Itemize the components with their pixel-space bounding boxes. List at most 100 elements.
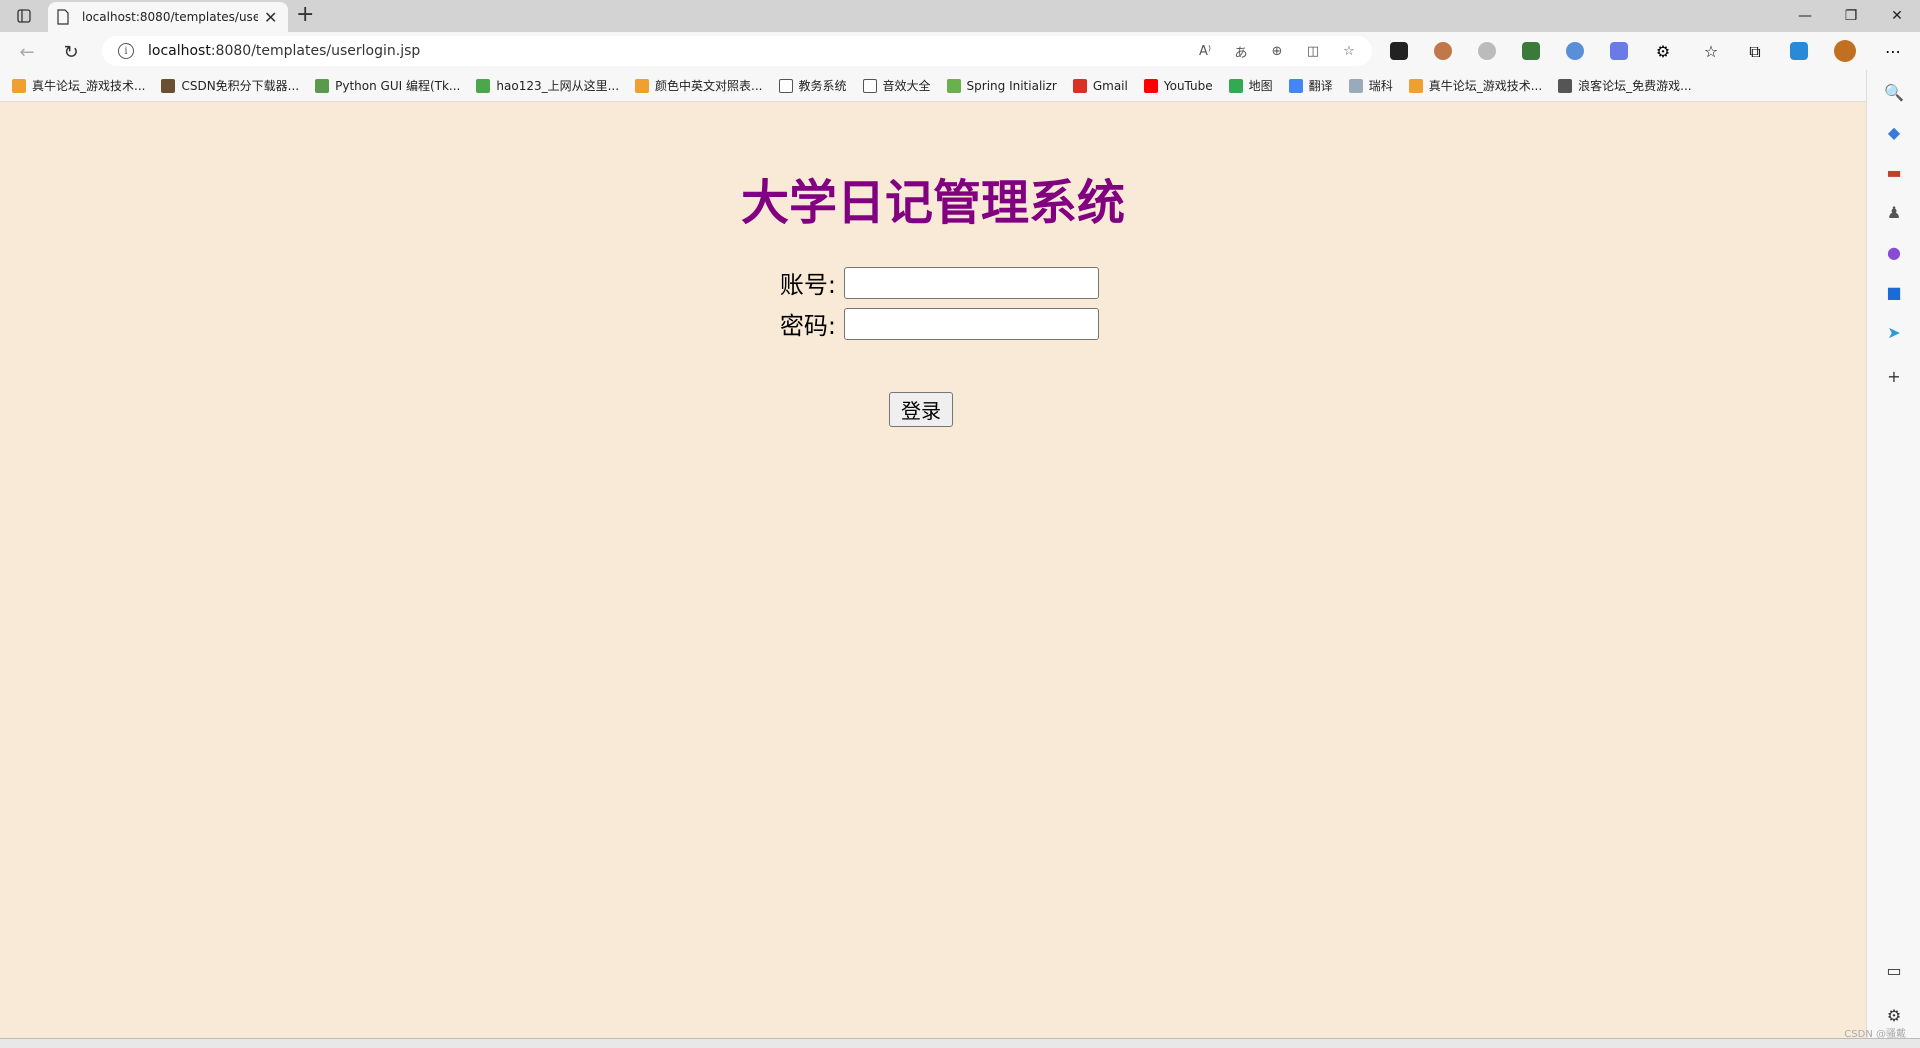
bookmark-item[interactable]: hao123_上网从这里...: [476, 77, 619, 94]
extensions-puzzle-icon[interactable]: ⚙: [1654, 42, 1672, 61]
account-input[interactable]: [844, 266, 1099, 299]
bookmark-label: 地图: [1248, 79, 1273, 93]
bookmark-label: 浪客论坛_免费游戏...: [1578, 79, 1692, 93]
avatar[interactable]: [1834, 40, 1856, 62]
bookmark-icon: [946, 78, 961, 93]
sidebar: 🔍 ◆ ▬ ♟ ● ■ ➤ + ▭ ⚙: [1866, 70, 1920, 1038]
bookmark-item[interactable]: 颜色中英文对照表...: [635, 77, 763, 94]
bookmark-icon: [12, 78, 26, 93]
bookmark-icon: [635, 78, 650, 93]
new-tab-icon[interactable]: +: [296, 4, 314, 26]
bookmark-item[interactable]: Python GUI 编程(Tk...: [315, 77, 460, 94]
bookmark-label: 颜色中英文对照表...: [655, 79, 763, 93]
add-icon[interactable]: +: [1884, 366, 1904, 386]
bookmark-item[interactable]: YouTube: [1143, 78, 1213, 93]
window-close-icon[interactable]: ✕: [1874, 0, 1920, 32]
back-icon[interactable]: ←: [16, 41, 38, 63]
page-icon: [57, 9, 69, 25]
account-row: 账号:: [756, 265, 1099, 300]
extension-icon[interactable]: [1610, 42, 1628, 60]
tab-strip: localhost:8080/templates/userlogin.jsp ✕…: [0, 0, 1920, 32]
minimize-icon[interactable]: —: [1782, 0, 1828, 32]
bookmark-label: YouTube: [1163, 78, 1213, 93]
bookmark-item[interactable]: CSDN免积分下载器...: [161, 77, 299, 94]
bookmark-item[interactable]: Spring Initializr: [946, 78, 1057, 93]
page-title: 大学日记管理系统: [740, 175, 1125, 231]
url-text[interactable]: localhost:8080/templates/userlogin.jsp: [148, 43, 420, 59]
password-row: 密码:: [756, 306, 1099, 341]
bookmark-label: 瑞科: [1368, 79, 1393, 93]
download-extension-icon[interactable]: [1522, 42, 1540, 60]
screenshot-icon[interactable]: ▭: [1884, 960, 1904, 980]
site-info-icon[interactable]: i: [118, 43, 134, 59]
password-label: 密码:: [779, 312, 836, 340]
extension-icon[interactable]: [1390, 42, 1408, 60]
send-icon[interactable]: ➤: [1884, 322, 1904, 342]
bookmark-label: Python GUI 编程(Tk...: [335, 79, 461, 93]
search-icon[interactable]: 🔍: [1884, 82, 1904, 102]
bookmark-icon: [476, 78, 491, 93]
active-tab[interactable]: localhost:8080/templates/userlogin.jsp ✕: [48, 2, 288, 32]
bookmark-label: 真牛论坛_游戏技术...: [1428, 79, 1543, 93]
bookmark-icon: [862, 78, 877, 93]
bookmark-label: 真牛论坛_游戏技术...: [32, 79, 146, 93]
split-screen-icon[interactable]: ◫: [1304, 42, 1322, 60]
translate-icon[interactable]: あ: [1232, 42, 1250, 61]
bookmark-item[interactable]: 翻译: [1288, 77, 1333, 94]
tab-actions-icon[interactable]: [10, 6, 38, 26]
bookmark-item[interactable]: 真牛论坛_游戏技术...: [1408, 77, 1543, 94]
tools-icon[interactable]: ▬: [1884, 162, 1904, 182]
bookmark-icon: [1228, 78, 1243, 93]
bookmark-item[interactable]: Gmail: [1072, 78, 1128, 93]
restore-icon[interactable]: ❐: [1828, 0, 1874, 32]
bookmark-icon: [1072, 78, 1087, 93]
bookmark-icon: [315, 78, 330, 93]
shopping-icon[interactable]: ◆: [1884, 122, 1904, 142]
bookmark-item[interactable]: 音效大全: [862, 77, 931, 94]
bookmark-label: Gmail: [1092, 78, 1128, 93]
tab-close-icon[interactable]: ✕: [264, 8, 277, 27]
extension-icon[interactable]: [1566, 42, 1584, 60]
login-button[interactable]: 登录: [889, 392, 953, 427]
taskbar: [0, 1038, 1920, 1048]
tab-title: localhost:8080/templates/userlogin.jsp: [82, 10, 258, 24]
extension-icon[interactable]: [1434, 42, 1452, 60]
bookmark-label: 教务系统: [798, 79, 847, 93]
bookmark-item[interactable]: 浪客论坛_免费游戏...: [1558, 77, 1692, 94]
copilot-icon[interactable]: ●: [1884, 242, 1904, 262]
games-icon[interactable]: ♟: [1884, 202, 1904, 222]
bookmark-icon: [1558, 78, 1573, 93]
bookmark-icon: [161, 78, 176, 93]
bookmark-item[interactable]: 地图: [1228, 77, 1273, 94]
favorite-add-icon[interactable]: ☆: [1340, 42, 1358, 60]
password-input[interactable]: [844, 307, 1099, 340]
refresh-icon[interactable]: ↻: [60, 41, 82, 63]
bookmark-label: Spring Initializr: [966, 78, 1057, 93]
bookmark-icon: [1348, 78, 1363, 93]
read-aloud-icon[interactable]: A⁾: [1196, 42, 1214, 60]
bookmark-label: CSDN免积分下载器...: [181, 79, 300, 93]
more-menu-icon[interactable]: ⋯: [1884, 42, 1902, 61]
outlook-icon[interactable]: ■: [1884, 282, 1904, 302]
extension-icon[interactable]: [1478, 42, 1496, 60]
bookmarks-bar: 真牛论坛_游戏技术... CSDN免积分下载器... Python GUI 编程(T…: [0, 70, 1866, 102]
bookmark-label: 音效大全: [882, 79, 931, 93]
page-content: 大学日记管理系统 账号: 密码: 登录: [0, 103, 1866, 1038]
settings-gear-icon[interactable]: ⚙: [1884, 1005, 1904, 1025]
zoom-icon[interactable]: ⊕: [1268, 42, 1286, 60]
bookmark-item[interactable]: 瑞科: [1348, 77, 1393, 94]
address-bar[interactable]: i localhost:8080/templates/userlogin.jsp…: [102, 36, 1372, 66]
collections-icon[interactable]: ⧉: [1746, 42, 1764, 61]
address-toolbar: ← ↻ i localhost:8080/templates/userlogin…: [0, 32, 1920, 70]
bookmark-icon: [1288, 78, 1303, 93]
bookmark-icon: [1408, 78, 1423, 93]
edge-icon[interactable]: [1790, 42, 1808, 60]
bookmark-icon: [778, 78, 793, 93]
bookmark-item[interactable]: 教务系统: [778, 77, 847, 94]
bookmark-item[interactable]: 真牛论坛_游戏技术...: [12, 77, 145, 94]
account-label: 账号:: [779, 271, 836, 299]
bookmark-label: hao123_上网从这里...: [496, 79, 620, 93]
favorites-icon[interactable]: ☆: [1702, 42, 1720, 61]
bookmark-label: 翻译: [1308, 79, 1333, 93]
bookmark-icon: [1143, 78, 1158, 93]
